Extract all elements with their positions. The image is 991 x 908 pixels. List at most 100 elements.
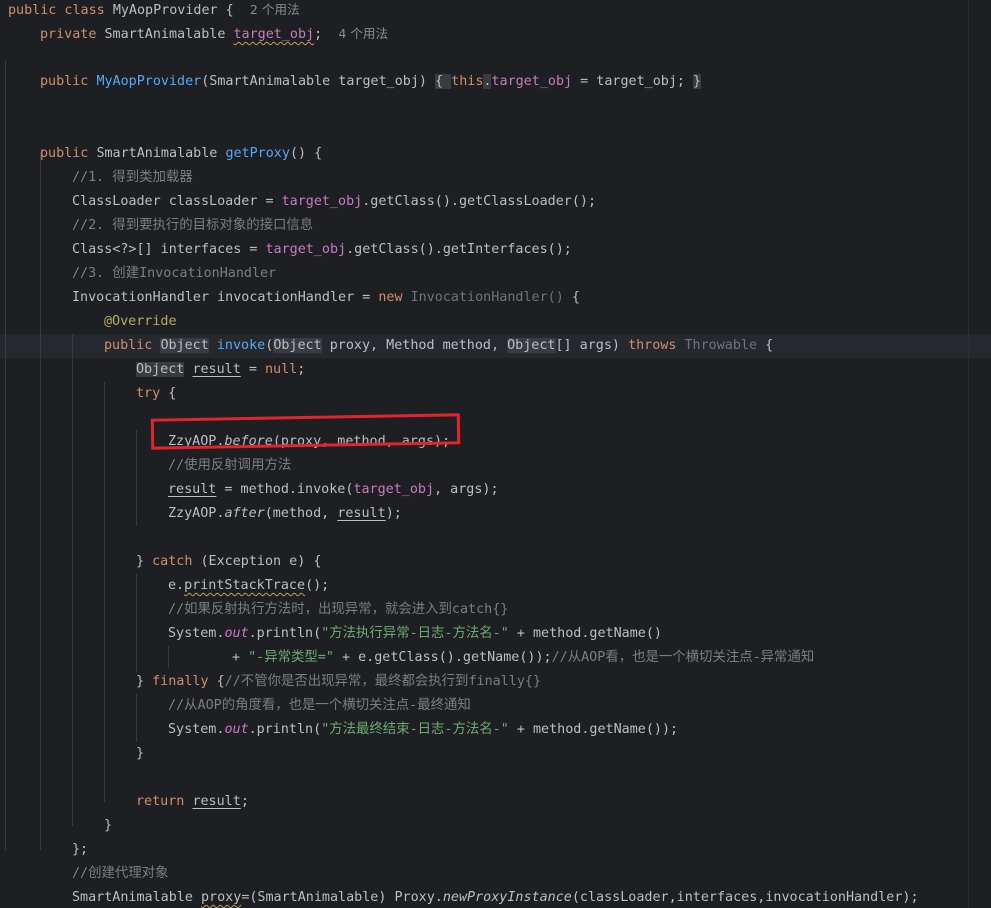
code-token: printStackTrace xyxy=(184,578,306,593)
code-token: } xyxy=(104,818,113,833)
code-token: public xyxy=(104,338,161,353)
code-line[interactable]: //1. 得到类加载器 xyxy=(72,166,193,190)
code-token: //从AOP的角度看，也是一个横切关注点-最终通知 xyxy=(168,698,471,713)
code-token: .getClass().getInterfaces(); xyxy=(346,242,572,257)
code-line[interactable]: } xyxy=(136,742,144,766)
code-token: e. xyxy=(168,578,185,593)
code-token: private xyxy=(40,27,105,42)
code-token: , args); xyxy=(434,482,499,497)
code-token: //如果反射执行方法时，出现异常，就会进入到catch{} xyxy=(168,602,509,617)
code-line[interactable]: //从AOP的角度看，也是一个横切关注点-最终通知 xyxy=(168,694,471,718)
code-token: { xyxy=(168,386,177,401)
code-token: .getClass().getClassLoader(); xyxy=(362,194,597,209)
usage-hint: 4 个用法 xyxy=(338,26,389,41)
code-token: InvocationHandler() xyxy=(410,290,572,305)
code-token: } xyxy=(136,746,145,761)
code-line[interactable]: }; xyxy=(72,838,88,862)
code-token: out xyxy=(224,626,249,641)
code-token: { xyxy=(216,674,225,689)
code-line[interactable]: public SmartAnimalable getProxy() { xyxy=(40,142,322,166)
indent-guide xyxy=(136,694,137,742)
code-line[interactable]: @Override xyxy=(104,310,177,334)
code-line[interactable]: public Object invoke(Object proxy, Metho… xyxy=(104,334,773,358)
code-line[interactable]: Class<?>[] interfaces = target_obj.getCl… xyxy=(72,238,572,262)
indent-guide xyxy=(136,430,137,526)
code-token: InvocationHandler invocationHandler = xyxy=(72,290,379,305)
code-line[interactable]: private SmartAnimalable target_obj; 4 个用… xyxy=(40,22,388,46)
code-token: this xyxy=(451,74,484,89)
code-line[interactable]: public MyAopProvider(SmartAnimalable tar… xyxy=(40,70,702,94)
code-token: SmartAnimalable xyxy=(72,890,201,905)
code-token: + e.getClass().getName()); xyxy=(333,650,552,665)
code-line[interactable]: e.printStackTrace(); xyxy=(168,574,329,598)
code-token: //1. 得到类加载器 xyxy=(72,170,193,185)
code-token: @Override xyxy=(104,314,177,329)
code-line[interactable]: //3. 创建InvocationHandler xyxy=(72,262,276,286)
code-line[interactable]: InvocationHandler invocationHandler = ne… xyxy=(72,286,580,310)
code-token: proxy xyxy=(201,890,242,905)
annotation-highlight-box xyxy=(150,413,461,450)
code-line[interactable]: } xyxy=(104,814,112,838)
code-token: } xyxy=(136,674,153,689)
code-token: System. xyxy=(168,722,225,737)
code-line[interactable]: //如果反射执行方法时，出现异常，就会进入到catch{} xyxy=(168,598,508,622)
code-token: [] args) xyxy=(555,338,629,353)
code-token: public class xyxy=(8,3,113,18)
code-token: ; xyxy=(297,362,306,377)
code-token: result xyxy=(337,506,386,521)
code-token: System. xyxy=(168,626,225,641)
code-line[interactable]: try { xyxy=(136,382,176,406)
code-token: invoke xyxy=(216,338,266,353)
code-token: + xyxy=(232,650,249,665)
code-token: out xyxy=(224,722,249,737)
code-token: Throwable xyxy=(684,338,766,353)
code-token: } xyxy=(136,554,153,569)
code-line[interactable]: } finally {//不管你是否出现异常，最终都会执行到finally{} xyxy=(136,670,541,694)
code-token: target_obj xyxy=(353,482,435,497)
code-line[interactable]: //使用反射调用方法 xyxy=(168,454,291,478)
code-token: target_obj xyxy=(233,27,315,42)
code-token: target_obj xyxy=(265,242,347,257)
code-token: newProxyInstance xyxy=(442,890,572,905)
code-line[interactable]: ClassLoader classLoader = target_obj.get… xyxy=(72,190,596,214)
code-line[interactable]: System.out.println("方法执行异常-日志-方法名-" + me… xyxy=(168,622,662,646)
code-token: Object xyxy=(273,338,322,353)
code-line[interactable]: Object result = null; xyxy=(136,358,305,382)
code-token: = method.invoke( xyxy=(216,482,354,497)
code-line[interactable]: return result; xyxy=(136,790,249,814)
code-token: catch xyxy=(152,554,201,569)
code-token: return xyxy=(136,794,193,809)
code-line[interactable]: //2. 得到要执行的目标对象的接口信息 xyxy=(72,214,313,238)
code-token: public xyxy=(40,146,97,161)
code-token: new xyxy=(378,290,411,305)
code-token: after xyxy=(224,506,265,521)
code-token: = xyxy=(240,362,265,377)
code-line[interactable]: public class MyAopProvider { 2 个用法 xyxy=(8,0,300,22)
code-token: + method.getName()); xyxy=(508,722,679,737)
code-line[interactable]: ZzyAOP.after(method, result); xyxy=(168,502,402,526)
code-token: "方法执行异常-日志-方法名-" xyxy=(321,626,509,641)
code-token: MyAopProvider { xyxy=(112,3,250,18)
code-token: proxy, Method method, xyxy=(321,338,508,353)
code-line[interactable]: result = method.invoke(target_obj, args)… xyxy=(168,478,499,502)
code-line[interactable]: //创建代理对象 xyxy=(72,862,168,886)
code-token: } xyxy=(693,74,702,89)
code-token: //不管你是否出现异常，最终都会执行到finally{} xyxy=(224,674,542,689)
code-token: =(SmartAnimalable) Proxy. xyxy=(241,890,443,905)
code-line[interactable]: } catch (Exception e) { xyxy=(136,550,321,574)
indent-guide xyxy=(104,382,105,802)
vertical-scrollbar-track[interactable] xyxy=(968,0,969,908)
code-editor[interactable]: public class MyAopProvider { 2 个用法 privat… xyxy=(0,0,991,908)
code-line[interactable]: System.out.println("方法最终结束-日志-方法名-" + me… xyxy=(168,718,678,742)
code-token: Object xyxy=(507,338,556,353)
indent-guide xyxy=(136,574,137,672)
code-token: //使用反射调用方法 xyxy=(168,458,292,473)
code-token: target_obj xyxy=(491,74,573,89)
code-token: result xyxy=(192,362,241,377)
code-line[interactable]: + "-异常类型=" + e.getClass().getName());//从… xyxy=(232,646,814,670)
code-line[interactable]: SmartAnimalable proxy=(SmartAnimalable) … xyxy=(72,886,919,908)
indent-guide xyxy=(40,152,41,850)
code-token: try xyxy=(136,386,169,401)
code-token: public xyxy=(40,74,97,89)
